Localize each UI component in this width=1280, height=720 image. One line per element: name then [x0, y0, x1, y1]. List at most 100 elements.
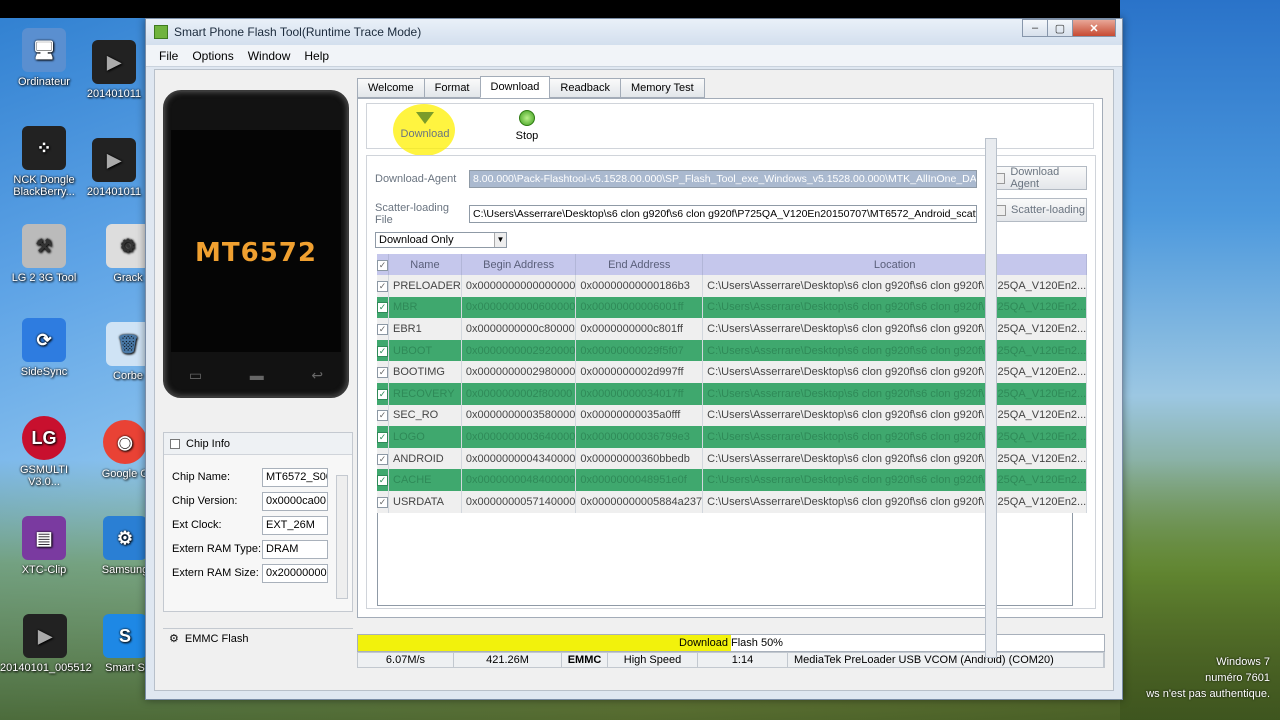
row-checkbox[interactable]: ✓ — [377, 431, 388, 443]
maximize-button[interactable]: ▢ — [1047, 19, 1073, 37]
phone-chip-label: MT6572 — [195, 238, 317, 268]
table-row[interactable]: ✓ CACHE 0x0000000048400000 0x0000000048951e… — [377, 469, 1088, 491]
table-row[interactable]: ✓ UBOOT 0x0000000002920000 0x00000000029f5f… — [377, 339, 1088, 362]
desktop-icon-lg-tool[interactable]: ⚒ LG 2 3G Tool — [4, 224, 84, 284]
home-key-icon: ▬ — [249, 367, 264, 383]
emmc-flash-row[interactable]: ⚙ EMMC Flash — [163, 628, 353, 648]
row-checkbox[interactable]: ✓ — [377, 280, 388, 292]
video-file-icon: ▶ — [23, 614, 67, 658]
begin-address: 0x0000000002980000 — [461, 361, 577, 383]
row-checkbox-cell[interactable]: ✓ — [377, 469, 389, 491]
col-begin-address[interactable]: Begin Address — [461, 254, 577, 275]
select-all-checkbox[interactable]: ✓ — [377, 259, 388, 271]
desktop-icon-video-3[interactable]: ▶ 20140101_005512 — [0, 614, 92, 674]
ram-size-field[interactable]: 0x20000000 — [262, 563, 328, 583]
screen-top-bar — [0, 0, 1280, 18]
watermark-line-3: ws n'est pas authentique. — [1146, 688, 1270, 700]
row-checkbox-cell[interactable]: ✓ — [377, 447, 389, 470]
partition-name: SEC_RO — [388, 404, 462, 427]
table-row[interactable]: ✓ RECOVERY 0x0000000002f80000 0x00000000034… — [377, 382, 1088, 405]
row-checkbox[interactable]: ✓ — [377, 475, 388, 487]
chip-name-field[interactable]: MT6572_S00 — [262, 467, 328, 487]
row-checkbox[interactable]: ✓ — [377, 323, 388, 335]
table-row[interactable]: ✓ SEC_RO 0x0000000003580000 0x00000000035a0… — [377, 404, 1088, 427]
blackberry-icon: ⁘ — [22, 126, 66, 170]
row-checkbox-cell[interactable]: ✓ — [377, 382, 389, 405]
back-key-icon: ↩ — [311, 367, 324, 383]
client-area: MT6572 ▭ ▬ ↩ Chip Info Chip Name: MT6572… — [154, 69, 1114, 691]
menu-options[interactable]: Options — [185, 49, 240, 63]
begin-address: 0x0000000002f80000 — [461, 382, 577, 405]
end-address: 0x00000000006001ff — [575, 296, 704, 319]
desktop-icon-nck-dongle[interactable]: ⁘ NCK Dongle BlackBerry... — [4, 126, 84, 198]
window-controls: – ▢ ✕ — [1022, 19, 1116, 37]
scatter-loading-button[interactable]: Scatter-loading — [985, 198, 1087, 222]
menu-file[interactable]: File — [152, 49, 185, 63]
row-checkbox[interactable]: ✓ — [377, 302, 388, 314]
col-name[interactable]: Name — [388, 254, 462, 275]
download-button[interactable]: Download — [395, 104, 455, 148]
row-checkbox[interactable]: ✓ — [377, 388, 388, 400]
ram-type-field[interactable]: DRAM — [262, 539, 328, 559]
close-button[interactable]: ✕ — [1072, 19, 1116, 37]
row-checkbox-cell[interactable]: ✓ — [377, 275, 389, 297]
tab-memory-test[interactable]: Memory Test — [619, 78, 705, 98]
ram-size-label: Extern RAM Size: — [172, 567, 259, 579]
row-checkbox-cell[interactable]: ✓ — [377, 404, 389, 427]
desktop-icon-sidesync[interactable]: ⟳ SideSync — [4, 318, 84, 378]
partition-name: RECOVERY — [388, 382, 462, 405]
row-checkbox[interactable]: ✓ — [377, 410, 388, 422]
table-row[interactable]: ✓ ANDROID 0x0000000004340000 0x00000000360b… — [377, 447, 1088, 470]
chip-info-header[interactable]: Chip Info — [164, 433, 352, 455]
scatter-loading-button-label: Scatter-loading — [1011, 204, 1085, 216]
tab-readback[interactable]: Readback — [549, 78, 621, 98]
menu-help[interactable]: Help — [297, 49, 336, 63]
desktop-icon-xtc-clip[interactable]: ▤ XTC-Clip — [4, 516, 84, 576]
ext-clock-field[interactable]: EXT_26M — [262, 515, 328, 535]
title-bar[interactable]: Smart Phone Flash Tool(Runtime Trace Mod… — [146, 19, 1122, 45]
end-address: 0x00000000034017ff — [575, 382, 704, 405]
select-all-header[interactable]: ✓ — [377, 254, 389, 275]
minimize-button[interactable]: – — [1022, 19, 1048, 37]
row-checkbox-cell[interactable]: ✓ — [377, 490, 389, 513]
row-checkbox[interactable]: ✓ — [377, 496, 388, 508]
desktop-icon-video-1[interactable]: ▶ 201401011 — [78, 40, 150, 100]
chip-version-field[interactable]: 0x0000ca00 — [262, 491, 328, 511]
download-agent-button[interactable]: Download Agent — [985, 166, 1087, 190]
row-checkbox[interactable]: ✓ — [377, 345, 388, 357]
col-location[interactable]: Location — [702, 254, 1088, 275]
desktop-icon-video-2[interactable]: ▶ 201401011 — [78, 138, 150, 198]
chip-info-scrollbar[interactable] — [336, 475, 348, 599]
download-mode-select[interactable]: Download Only ▼ — [375, 232, 507, 248]
row-checkbox[interactable]: ✓ — [377, 453, 388, 465]
menu-window[interactable]: Window — [241, 49, 298, 63]
table-row[interactable]: ✓ EBR1 0x0000000000c80000 0x0000000000c801f… — [377, 318, 1088, 340]
col-end-address[interactable]: End Address — [575, 254, 704, 275]
scatter-label: Scatter-loading File — [375, 202, 449, 226]
partition-name: ANDROID — [388, 447, 462, 470]
ext-clock-row: Ext Clock: EXT_26M — [164, 513, 352, 537]
row-checkbox-cell[interactable]: ✓ — [377, 361, 389, 383]
stop-button[interactable]: Stop — [497, 104, 557, 148]
row-checkbox-cell[interactable]: ✓ — [377, 318, 389, 340]
download-agent-field[interactable]: 8.00.000\Pack-Flashtool-v5.1528.00.000\S… — [469, 170, 977, 188]
row-checkbox-cell[interactable]: ✓ — [377, 339, 389, 362]
archive-icon: ▤ — [22, 516, 66, 560]
table-row[interactable]: ✓ PRELOADER 0x0000000000000000 0x0000000000… — [377, 275, 1088, 297]
table-row[interactable]: ✓ USRDATA 0x0000000057140000 0x000000000058… — [377, 490, 1088, 513]
table-row[interactable]: ✓ LOGO 0x0000000003640000 0x00000000036799e… — [377, 426, 1088, 448]
desktop-icon-computer[interactable]: 🖥 Ordinateur — [4, 28, 84, 88]
row-checkbox[interactable]: ✓ — [377, 367, 388, 379]
tab-format[interactable]: Format — [423, 78, 481, 98]
table-row[interactable]: ✓ BOOTIMG 0x0000000002980000 0x0000000002d9… — [377, 361, 1088, 383]
settings-icon: ⚙ — [103, 516, 147, 560]
scatter-field[interactable]: C:\Users\Asserrare\Desktop\s6 clon g920f… — [469, 205, 977, 223]
chip-name-row: Chip Name: MT6572_S00 — [164, 465, 352, 489]
tab-download[interactable]: Download — [479, 76, 551, 98]
tab-welcome[interactable]: Welcome — [357, 78, 425, 98]
row-checkbox-cell[interactable]: ✓ — [377, 296, 389, 319]
desktop-icon-gsmulti[interactable]: LG GSMULTI V3.0... — [4, 416, 84, 488]
table-row[interactable]: ✓ MBR 0x0000000000600000 0x00000000006001ff… — [377, 296, 1088, 319]
row-checkbox-cell[interactable]: ✓ — [377, 426, 389, 448]
background-window-scrollbar[interactable] — [985, 138, 997, 658]
